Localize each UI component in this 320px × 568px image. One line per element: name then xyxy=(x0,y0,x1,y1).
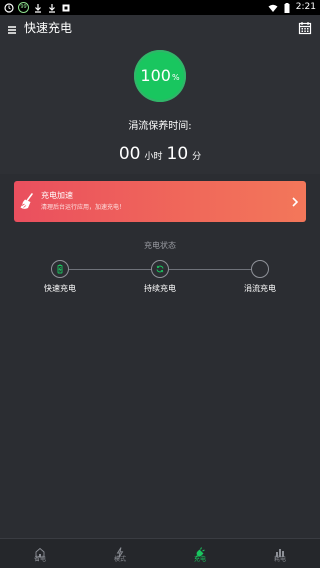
boost-title: 充电加速 xyxy=(41,191,73,200)
nav-label: 省电 xyxy=(33,556,46,563)
status-left-icons: 99 xyxy=(4,2,71,13)
charge-state-title: 充电状态 xyxy=(144,241,176,250)
download-icon xyxy=(33,3,43,13)
nav-item-consumption[interactable]: 耗电 xyxy=(240,539,320,568)
hours-unit: 小时 xyxy=(144,152,163,162)
minutes-value: 10 xyxy=(166,144,189,164)
home-icon xyxy=(35,543,45,558)
lightning-icon xyxy=(115,543,125,558)
stage-circle xyxy=(51,260,69,278)
download-icon xyxy=(47,3,57,13)
stage-circle xyxy=(151,260,169,278)
battery-value: 100 xyxy=(140,66,171,85)
stage-continuous-charge: 持续充电 xyxy=(130,260,190,300)
bar-chart-icon xyxy=(275,543,285,557)
nav-label: 模式 xyxy=(113,556,126,563)
app-header: 快速充电 xyxy=(0,15,320,41)
status-bar: 99 2:21 xyxy=(0,0,320,15)
broom-icon xyxy=(18,191,40,213)
maintain-time: 00 小时 10 分 xyxy=(0,144,320,166)
chevron-right-icon xyxy=(290,194,300,208)
charge-boost-card[interactable]: 充电加速 清理后台运行应用，加速充电！ xyxy=(14,181,306,222)
cloud-sync-icon xyxy=(4,2,14,13)
nav-item-save-power[interactable]: 省电 xyxy=(0,539,80,568)
nav-item-mode[interactable]: 模式 xyxy=(80,539,160,568)
maintain-time-label: 涓流保养时间: xyxy=(128,121,192,132)
boost-subtitle: 清理后台运行应用，加速充电！ xyxy=(41,204,126,211)
badge-icon: 99 xyxy=(18,2,29,13)
nav-label: 充电 xyxy=(193,556,206,563)
hours-value: 00 xyxy=(118,144,141,164)
wifi-icon xyxy=(268,3,278,13)
stage-trickle-charge: 涓流充电 xyxy=(230,260,290,300)
calendar-icon[interactable] xyxy=(298,20,312,35)
battery-unit: % xyxy=(171,73,180,82)
nav-label: 耗电 xyxy=(273,556,286,563)
battery-charging-icon xyxy=(57,264,63,274)
battery-panel: 100 % 涓流保养时间: 00 小时 10 分 xyxy=(0,41,320,174)
refresh-icon xyxy=(156,265,164,273)
minutes-unit: 分 xyxy=(192,152,202,162)
stage-label: 涓流充电 xyxy=(244,284,276,293)
battery-icon xyxy=(282,2,292,13)
stage-circle xyxy=(251,260,269,278)
menu-icon[interactable] xyxy=(6,21,18,34)
stage-fast-charge: 快速充电 xyxy=(30,260,90,300)
status-right-icons: 2:21 xyxy=(268,2,316,13)
app-icon xyxy=(61,3,71,13)
stage-label: 持续充电 xyxy=(144,284,176,293)
plug-icon xyxy=(195,543,205,558)
stage-label: 快速充电 xyxy=(44,284,76,293)
bottom-nav: 省电 模式 充电 耗电 xyxy=(0,538,320,568)
status-time: 2:21 xyxy=(295,2,316,12)
nav-item-charge[interactable]: 充电 xyxy=(160,539,240,568)
battery-level-indicator: 100 % xyxy=(134,50,186,102)
main-area: 充电加速 清理后台运行应用，加速充电！ 充电状态 快速充电 持续充电 涓流充电 xyxy=(0,174,320,538)
page-title: 快速充电 xyxy=(24,21,73,35)
